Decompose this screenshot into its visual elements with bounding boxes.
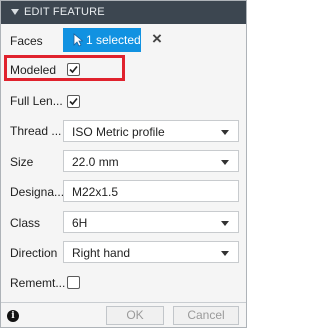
chevron-down-icon xyxy=(221,251,229,256)
thread-type-dropdown[interactable]: ISO Metric profile xyxy=(63,120,239,142)
thread-type-label: Thread ... xyxy=(10,124,62,138)
dialog-title: EDIT FEATURE xyxy=(24,6,105,18)
faces-selection-label: 1 selected xyxy=(86,33,141,47)
size-value: 22.0 mm xyxy=(72,155,119,169)
direction-value: Right hand xyxy=(72,246,131,260)
chevron-down-icon xyxy=(221,160,229,165)
designation-field[interactable]: M22x1.5 xyxy=(63,180,239,202)
class-label: Class xyxy=(10,216,41,230)
edit-feature-dialog: EDIT FEATURE Faces 1 selected × Modeled … xyxy=(0,0,247,328)
chevron-down-icon xyxy=(221,221,229,226)
direction-dropdown[interactable]: Right hand xyxy=(63,241,239,263)
cancel-button[interactable]: Cancel xyxy=(173,306,239,325)
class-dropdown[interactable]: 6H xyxy=(63,211,239,233)
full-length-label: Full Len... xyxy=(10,94,63,108)
class-value: 6H xyxy=(72,216,88,230)
checkmark-icon xyxy=(69,65,78,74)
remember-label: Rememt... xyxy=(10,276,66,290)
info-icon[interactable]: i xyxy=(7,310,19,322)
remember-checkbox[interactable] xyxy=(67,276,80,289)
size-dropdown[interactable]: 22.0 mm xyxy=(63,150,239,172)
collapse-triangle-icon[interactable] xyxy=(11,9,19,15)
checkmark-icon xyxy=(69,97,78,106)
thread-type-value: ISO Metric profile xyxy=(72,125,165,139)
faces-label: Faces xyxy=(10,34,43,48)
clear-selection-icon[interactable]: × xyxy=(150,30,164,48)
faces-selection-button[interactable]: 1 selected xyxy=(63,28,141,52)
modeled-checkbox[interactable] xyxy=(67,63,80,76)
dialog-titlebar[interactable]: EDIT FEATURE xyxy=(1,1,246,24)
modeled-label: Modeled xyxy=(10,63,57,77)
footer-divider xyxy=(1,302,246,303)
chevron-down-icon xyxy=(221,130,229,135)
size-label: Size xyxy=(10,155,34,169)
cursor-arrow-icon xyxy=(73,33,84,50)
designation-value: M22x1.5 xyxy=(72,185,119,199)
direction-label: Direction xyxy=(10,246,58,260)
ok-button[interactable]: OK xyxy=(106,306,164,325)
designation-label: Designa... xyxy=(10,185,65,199)
full-length-checkbox[interactable] xyxy=(67,95,80,108)
